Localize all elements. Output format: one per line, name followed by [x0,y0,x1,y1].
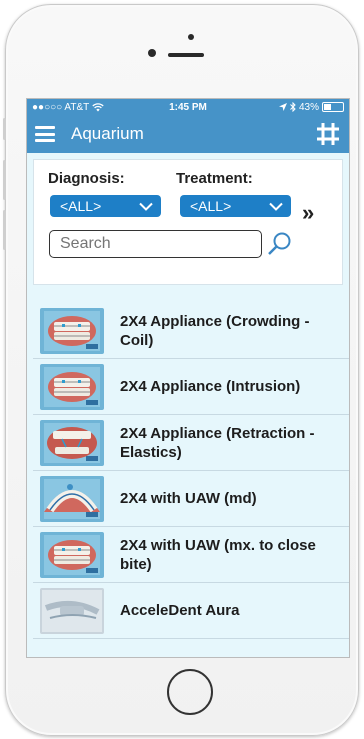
chevron-down-icon [139,202,153,211]
bluetooth-icon [290,102,296,112]
item-thumbnail [40,587,104,634]
item-label: 2X4 with UAW (mx. to close bite) [120,536,316,573]
item-thumbnail [40,307,104,354]
chevron-down-icon [269,202,283,211]
volume-down-button [3,210,6,250]
wifi-icon [92,102,104,111]
list-item[interactable]: 2X4 with UAW (md) [33,471,349,527]
item-label: AcceleDent Aura [120,602,240,619]
list-item[interactable]: AcceleDent Aura [33,583,349,639]
hashtag-grid-icon[interactable] [315,121,341,147]
item-thumbnail [40,419,104,466]
battery-icon [322,102,344,112]
search-icon[interactable] [266,230,294,258]
battery-level [324,104,331,110]
item-label: 2X4 with UAW (md) [120,490,257,507]
front-camera [148,49,156,57]
menu-icon[interactable] [35,126,55,142]
item-label: 2X4 Appliance (Intrusion) [120,378,301,395]
carrier-signal: ●●○○○ AT&T [32,101,90,113]
status-bar: ●●○○○ AT&T 1:45 PM 43% [27,99,349,115]
list-item[interactable]: 2X4 Appliance (Retraction - Elastics) [33,415,349,471]
nav-bar: Aquarium [27,115,349,153]
home-button[interactable] [167,669,213,715]
app-screen: ●●○○○ AT&T 1:45 PM 43% Aquarium Diagnosi… [26,98,350,658]
search-input[interactable] [49,230,262,258]
item-thumbnail [40,363,104,410]
item-label: 2X4 Appliance (Crowding - Coil) [120,312,310,349]
diagnosis-value: <ALL> [60,198,102,214]
treatment-label: Treatment: [176,170,253,187]
list-item[interactable]: 2X4 with UAW (mx. to close bite) [33,527,349,583]
treatment-dropdown[interactable]: <ALL> [180,195,291,217]
item-thumbnail [40,475,104,522]
mute-switch [3,118,6,140]
list-item[interactable]: 2X4 Appliance (Intrusion) [33,359,349,415]
more-filters-button[interactable]: » [302,200,314,226]
location-arrow-icon [278,103,287,111]
filter-panel: Diagnosis: Treatment: <ALL> <ALL> » [33,159,343,285]
battery-percent: 43% [298,101,319,113]
earpiece-speaker [168,53,204,57]
diagnosis-label: Diagnosis: [48,170,125,187]
item-thumbnail [40,531,104,578]
treatment-value: <ALL> [190,198,232,214]
nav-title: Aquarium [71,124,144,143]
list-item[interactable]: 2X4 Appliance (Crowding - Coil) [33,303,349,359]
treatment-list: 2X4 Appliance (Crowding - Coil) 2X4 Appli… [33,303,349,639]
front-sensor [188,34,194,40]
diagnosis-dropdown[interactable]: <ALL> [50,195,161,217]
volume-up-button [3,160,6,200]
item-label: 2X4 Appliance (Retraction - Elastics) [120,424,315,461]
